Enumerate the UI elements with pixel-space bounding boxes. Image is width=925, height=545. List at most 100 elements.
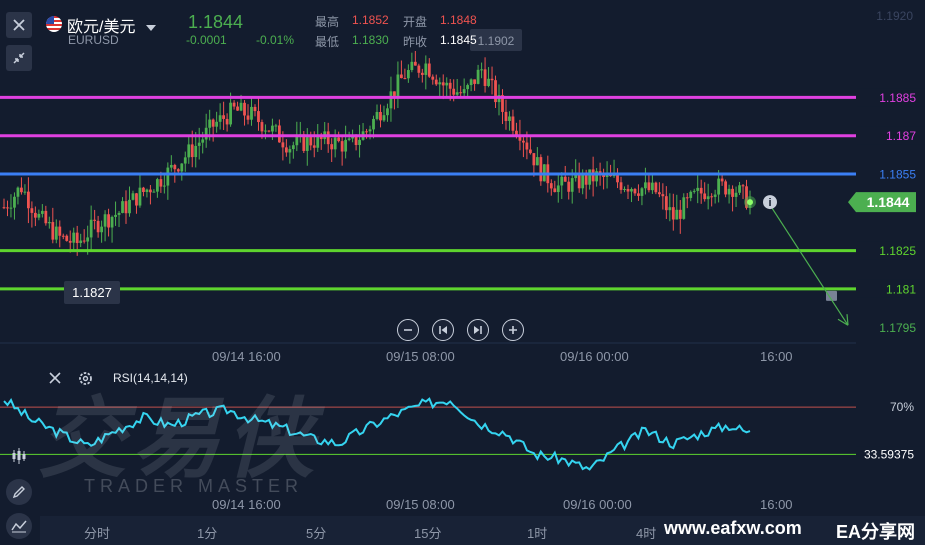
candle-body (333, 137, 337, 150)
timeframe-tab[interactable]: 15分 (414, 523, 441, 542)
candle-body (152, 191, 156, 193)
candle-body (257, 111, 260, 123)
high-value: 1.1852 (352, 13, 389, 27)
candle-body (539, 157, 543, 182)
candle-body (379, 111, 382, 121)
candle-body (619, 182, 623, 190)
level-label: 1.187 (886, 129, 916, 143)
timeframe-tab[interactable]: 5分 (306, 523, 326, 542)
timeframe-tab[interactable]: 1分 (197, 523, 217, 542)
candle-body (637, 193, 640, 196)
candle-body (738, 185, 741, 193)
prev-close-label: 昨收 (403, 35, 428, 49)
candle-body (644, 182, 647, 189)
candle-body (727, 188, 731, 195)
candle-body (382, 115, 386, 121)
candle-body (480, 69, 483, 71)
us-flag-icon (46, 16, 62, 32)
candle-body (72, 232, 76, 243)
candle-body (169, 164, 173, 168)
candle-body (47, 222, 51, 224)
candle-body (623, 188, 626, 190)
candle-body (553, 188, 557, 193)
timeframe-tab[interactable]: 1时 (527, 523, 547, 542)
candle-body (616, 174, 619, 183)
candle-body (584, 174, 588, 185)
candle-body (441, 82, 445, 86)
rsi-upper-label: 70% (890, 400, 914, 414)
candle-body (581, 174, 585, 189)
candle-body (201, 139, 205, 143)
candle-body (741, 185, 745, 187)
current-price-label: 1.1844 (867, 194, 910, 210)
candle-body (567, 181, 571, 192)
collapse-button[interactable] (6, 45, 32, 71)
candle-body (452, 88, 456, 95)
zoom-out-button[interactable] (397, 319, 419, 341)
close-chart-button[interactable] (6, 12, 32, 38)
candle-body (375, 111, 379, 119)
draw-tool-button[interactable] (6, 479, 32, 505)
candle-body (190, 144, 194, 158)
scroll-start-button[interactable] (432, 319, 454, 341)
candle-body (570, 178, 574, 192)
candle-body (208, 119, 212, 128)
candle-body (27, 191, 30, 209)
candle-body (372, 118, 375, 130)
timeframe-tab[interactable]: 4时 (636, 523, 656, 542)
candle-body (37, 213, 41, 218)
candle-body (347, 138, 351, 140)
candle-body (368, 129, 372, 132)
candle-body (281, 142, 285, 148)
candle-body (403, 78, 407, 80)
candle-body (678, 209, 682, 219)
candle-body (462, 89, 466, 94)
candle-body (438, 82, 442, 85)
candle-body (476, 69, 480, 84)
candle-body (340, 141, 344, 152)
level-label: 1.1885 (879, 91, 916, 105)
last-price: 1.1844 (188, 12, 244, 32)
candle-body (33, 212, 37, 218)
time-label: 09/16 00:00 (560, 349, 629, 364)
candle-body (699, 187, 703, 194)
low-marker: 1.1827 (72, 285, 112, 300)
price-axis-background (856, 0, 925, 545)
candle-body (689, 191, 693, 198)
candle-type-button[interactable] (6, 443, 32, 469)
time-label: 16:00 (760, 497, 793, 512)
candle-body (54, 226, 58, 240)
projection-arrow (771, 207, 849, 326)
candle-body (23, 191, 27, 193)
candle-body (330, 144, 334, 150)
candle-body (236, 106, 239, 111)
candle-body (250, 106, 253, 120)
candle-body (487, 78, 490, 86)
time-label: 09/16 00:00 (563, 497, 632, 512)
indicator-tool-button[interactable] (6, 513, 32, 539)
candle-body (511, 116, 515, 131)
time-label: 09/15 08:00 (386, 497, 455, 512)
scroll-end-button[interactable] (467, 319, 489, 341)
candle-body (675, 209, 679, 220)
candle-body (420, 72, 424, 75)
chart-svg[interactable]: 1.1885 1.187 1.1855 1.1825 1.181 1.1920 1.1844… (0, 0, 925, 545)
candle-body (434, 79, 438, 85)
indicator-settings-button[interactable] (78, 371, 93, 391)
high-label: 最高 (315, 15, 340, 29)
candle-body (204, 127, 208, 140)
chart-stage[interactable]: 1.1885 1.187 1.1855 1.1825 1.181 1.1920 1.1844… (0, 0, 925, 545)
candle-body (107, 214, 110, 228)
candle-body (2, 207, 6, 209)
timeframe-tab[interactable]: 分时 (84, 523, 110, 542)
close-indicator-button[interactable] (48, 371, 62, 390)
candle-body (58, 226, 62, 236)
price-axis-label: 1.1920 (876, 9, 913, 23)
candle-body (424, 63, 428, 75)
zoom-in-button[interactable] (502, 319, 524, 341)
candle-body (406, 70, 410, 79)
candle-body (239, 102, 243, 111)
candle-body (284, 147, 288, 153)
candle-body (731, 188, 734, 197)
candle-body (264, 130, 267, 132)
